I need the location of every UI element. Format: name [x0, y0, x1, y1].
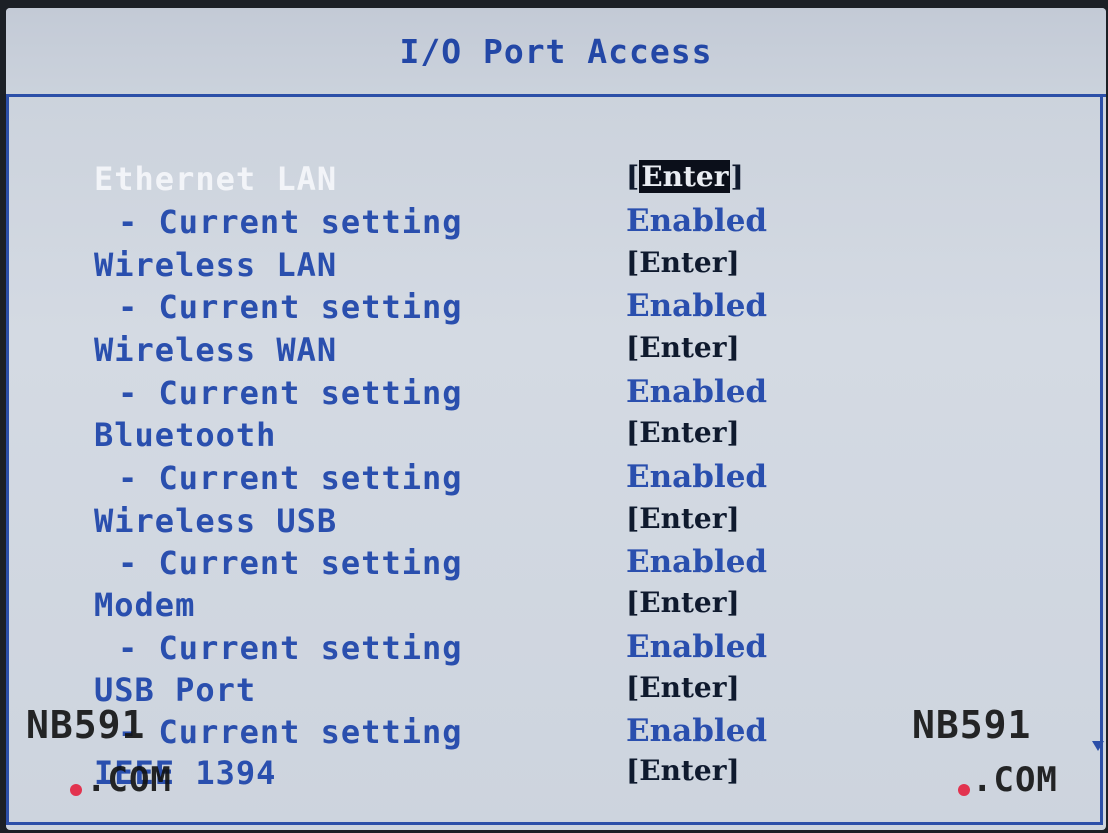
enter-button[interactable]: [Enter]	[626, 671, 740, 704]
current-setting-label: - Current setting	[118, 374, 463, 412]
watermark-right-bottom: .COM	[972, 760, 1058, 800]
watermark-dot-icon	[70, 784, 82, 796]
watermark-left-bottom: .COM	[86, 760, 172, 800]
current-setting-value: Enabled	[626, 544, 768, 580]
enter-label: Enter	[639, 160, 731, 193]
menu-item-modem[interactable]: Modem [Enter]	[6, 586, 1106, 626]
title-bar: I/O Port Access	[6, 8, 1106, 97]
current-setting-row: - Current setting Enabled	[6, 374, 1106, 414]
enter-button[interactable]: [Enter]	[626, 416, 740, 449]
current-setting-label: - Current setting	[118, 629, 463, 667]
watermark-left-top: NB591	[26, 703, 146, 747]
page-title: I/O Port Access	[399, 32, 713, 71]
menu-item-wireless-wan[interactable]: Wireless WAN [Enter]	[6, 331, 1106, 371]
current-setting-row: - Current setting Enabled	[6, 544, 1106, 584]
menu-item-label: Wireless LAN	[94, 246, 338, 284]
current-setting-label: - Current setting	[118, 203, 463, 241]
enter-button[interactable]: [Enter]	[626, 160, 744, 193]
current-setting-value: Enabled	[626, 374, 768, 410]
menu-item-label: Wireless WAN	[94, 331, 338, 369]
current-setting-label: - Current setting	[118, 459, 463, 497]
menu-item-bluetooth[interactable]: Bluetooth [Enter]	[6, 416, 1106, 456]
menu-item-label: Bluetooth	[94, 416, 277, 454]
enter-button[interactable]: [Enter]	[626, 246, 740, 279]
menu-item-wireless-lan[interactable]: Wireless LAN [Enter]	[6, 246, 1106, 286]
bios-screen: I/O Port Access Ethernet LAN [Enter] - C…	[6, 8, 1106, 830]
current-setting-row: - Current setting Enabled	[6, 459, 1106, 499]
watermark-dot-icon	[958, 784, 970, 796]
current-setting-value: Enabled	[626, 203, 768, 239]
enter-button[interactable]: [Enter]	[626, 754, 740, 787]
current-setting-row: - Current setting Enabled	[6, 629, 1106, 669]
enter-button[interactable]: [Enter]	[626, 586, 740, 619]
current-setting-value: Enabled	[626, 459, 768, 495]
current-setting-value: Enabled	[626, 288, 768, 324]
current-setting-row: - Current setting Enabled	[6, 288, 1106, 328]
menu-item-wireless-usb[interactable]: Wireless USB [Enter]	[6, 502, 1106, 542]
current-setting-row: - Current setting Enabled	[6, 203, 1106, 243]
menu-item-label: Wireless USB	[94, 502, 338, 540]
scroll-down-arrow-icon[interactable]	[1092, 741, 1104, 751]
current-setting-value: Enabled	[626, 629, 768, 665]
enter-button[interactable]: [Enter]	[626, 502, 740, 535]
enter-button[interactable]: [Enter]	[626, 331, 740, 364]
current-setting-value: Enabled	[626, 713, 768, 749]
menu-item-label: Modem	[94, 586, 196, 624]
current-setting-label: - Current setting	[118, 544, 463, 582]
current-setting-label: - Current setting	[118, 288, 463, 326]
watermark-right-top: NB591	[912, 703, 1032, 747]
current-setting-label: - Current setting	[118, 713, 463, 751]
menu-item-label: Ethernet LAN	[94, 160, 338, 198]
menu-item-ethernet-lan[interactable]: Ethernet LAN [Enter]	[6, 160, 1106, 200]
